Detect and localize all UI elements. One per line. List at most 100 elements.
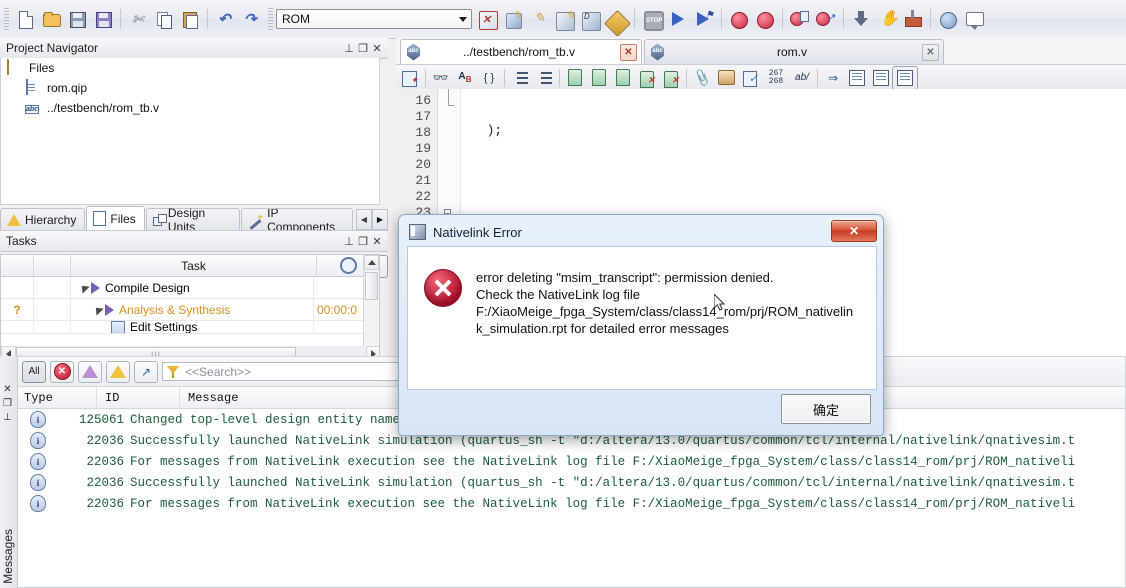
show-all-button[interactable] bbox=[845, 67, 869, 89]
table-row[interactable]: Compile Design bbox=[1, 277, 379, 299]
show-full-button[interactable] bbox=[893, 67, 917, 89]
list-item[interactable]: i 22036 For messages from NativeLink exe… bbox=[18, 493, 1125, 514]
tab-files[interactable]: Files bbox=[86, 206, 144, 230]
increase-indent-button[interactable] bbox=[508, 67, 532, 89]
editor-tab-rom-tb[interactable]: abc ../testbench/rom_tb.v ✕ bbox=[400, 39, 642, 64]
toolbar-grip-2[interactable] bbox=[268, 8, 273, 30]
insert-template-button[interactable]: ✦ bbox=[398, 67, 422, 89]
open-file-button[interactable] bbox=[38, 6, 64, 32]
chip-edit-button[interactable]: ✎ bbox=[552, 6, 578, 32]
start-compilation-button[interactable] bbox=[665, 6, 691, 32]
row-expander[interactable] bbox=[34, 277, 71, 298]
find-button[interactable]: 👓 bbox=[429, 67, 453, 89]
restore-icon[interactable]: ❐ bbox=[356, 41, 370, 55]
stop-button[interactable]: STOP bbox=[639, 6, 665, 32]
comment-button[interactable] bbox=[563, 67, 587, 89]
goto-button[interactable]: { } bbox=[477, 67, 501, 89]
tree-item-rom-tb-v[interactable]: abc ../testbench/rom_tb.v bbox=[1, 98, 379, 118]
line-numbers-button[interactable]: 267 268 bbox=[762, 67, 790, 89]
row-expander[interactable] bbox=[34, 321, 71, 333]
show-outline-button[interactable] bbox=[869, 67, 893, 89]
clear-all-bookmarks-button[interactable]: ✕ bbox=[659, 67, 683, 89]
project-navigator-tabs: Hierarchy Files Design Units ✦ IP Compon… bbox=[0, 206, 388, 230]
pin-icon[interactable]: ⊥ bbox=[0, 410, 15, 424]
save-button[interactable] bbox=[64, 6, 90, 32]
filter-all-button[interactable]: All bbox=[22, 361, 46, 383]
close-icon[interactable]: ✕ bbox=[370, 234, 384, 248]
editor-tab-rom[interactable]: abc rom.v ✕ bbox=[644, 39, 944, 64]
dialog-close-button[interactable]: ✕ bbox=[831, 220, 877, 242]
filter-info-button[interactable]: ↗ bbox=[134, 361, 158, 383]
pin-icon[interactable]: ⊥ bbox=[342, 41, 356, 55]
toolbar-grip[interactable] bbox=[4, 8, 9, 30]
attach-button[interactable]: 📎 bbox=[690, 67, 714, 89]
tab-design-units[interactable]: Design Units bbox=[146, 208, 241, 230]
timing-analyzer2-button[interactable] bbox=[752, 6, 778, 32]
chip-d-button[interactable]: D bbox=[578, 6, 604, 32]
project-revision-combo[interactable]: ROM bbox=[276, 9, 472, 29]
bookmark-button[interactable] bbox=[611, 67, 635, 89]
device-button[interactable]: ✕ bbox=[474, 6, 500, 32]
netlist-button[interactable] bbox=[604, 6, 630, 32]
assignment-editor-button[interactable]: ✎ bbox=[526, 6, 552, 32]
comment-doc-icon bbox=[568, 69, 582, 86]
pin-planner-button[interactable]: ✎ bbox=[500, 6, 526, 32]
scroll-up-button[interactable] bbox=[364, 255, 379, 270]
tree-item-files[interactable]: Files bbox=[1, 58, 379, 78]
save-all-button[interactable] bbox=[90, 6, 116, 32]
chevron-down-icon[interactable] bbox=[455, 10, 471, 28]
new-file-button[interactable] bbox=[12, 6, 38, 32]
help-button[interactable] bbox=[935, 6, 961, 32]
filter-critical-button[interactable] bbox=[78, 361, 102, 383]
programmer-button[interactable] bbox=[848, 6, 874, 32]
start-compilation-report-button[interactable]: ⚑ bbox=[691, 6, 717, 32]
table-row[interactable]: Edit Settings bbox=[1, 321, 379, 334]
tab-hierarchy[interactable]: Hierarchy bbox=[0, 208, 85, 230]
find-replace-button[interactable]: AB bbox=[453, 67, 477, 89]
list-item[interactable]: i 22036 Successfully launched NativeLink… bbox=[18, 472, 1125, 493]
scroll-thumb[interactable] bbox=[365, 272, 378, 300]
check-syntax-button[interactable]: ✓ bbox=[738, 67, 762, 89]
decrease-indent-button[interactable] bbox=[532, 67, 556, 89]
doc-list-icon bbox=[849, 70, 865, 86]
toolbox-button[interactable] bbox=[900, 6, 926, 32]
close-icon[interactable]: ✕ bbox=[370, 41, 384, 55]
row-expander[interactable] bbox=[34, 299, 71, 320]
messages-button[interactable] bbox=[961, 6, 987, 32]
simulation-in-button[interactable] bbox=[787, 6, 813, 32]
tab-close-icon[interactable]: ✕ bbox=[620, 44, 637, 61]
undo-button[interactable]: ↶ bbox=[212, 6, 238, 32]
cut-button[interactable]: ✄ bbox=[125, 6, 151, 32]
restore-icon[interactable]: ❐ bbox=[0, 396, 15, 410]
signaltap-button[interactable]: ✋ bbox=[874, 6, 900, 32]
dialog-titlebar[interactable]: Nativelink Error bbox=[403, 219, 879, 245]
redo-button[interactable]: ↷ bbox=[238, 6, 264, 32]
timing-analyzer-button[interactable] bbox=[726, 6, 752, 32]
pin-icon[interactable]: ⊥ bbox=[342, 234, 356, 248]
clear-bookmark-button[interactable]: ✕ bbox=[635, 67, 659, 89]
tab-scroll-right-button[interactable]: ▶ bbox=[372, 209, 388, 230]
tree-item-rom-qip[interactable]: rom.qip bbox=[1, 78, 379, 98]
close-icon[interactable]: ✕ bbox=[0, 382, 15, 396]
tab-close-icon[interactable]: ✕ bbox=[922, 44, 939, 61]
filter-error-button[interactable]: ✕ bbox=[50, 361, 74, 383]
tab-scroll-left-button[interactable]: ◀ bbox=[356, 209, 372, 230]
search-input[interactable]: <<Search>> bbox=[162, 362, 399, 381]
project-navigator-tree[interactable]: Files rom.qip abc ../testbench/rom_tb.v bbox=[0, 58, 380, 205]
word-wrap-button[interactable]: ab/ bbox=[790, 67, 814, 89]
tasks-table[interactable]: Task Compile Design ? bbox=[0, 254, 380, 362]
simulation-out-button[interactable]: ↗ bbox=[813, 6, 839, 32]
filter-warning-button[interactable] bbox=[106, 361, 130, 383]
uncomment-button[interactable] bbox=[587, 67, 611, 89]
list-item[interactable]: i 22036 For messages from NativeLink exe… bbox=[18, 451, 1125, 472]
dialog-title: Nativelink Error bbox=[433, 225, 522, 240]
tab-ip-components[interactable]: ✦ IP Components bbox=[241, 208, 353, 230]
scroll-doc-button[interactable] bbox=[714, 67, 738, 89]
ok-button[interactable]: 确定 bbox=[781, 394, 871, 424]
table-row[interactable]: ? Analysis & Synthesis 00:00:0 bbox=[1, 299, 379, 321]
goto-line-button[interactable]: ⇒ bbox=[821, 67, 845, 89]
paste-button[interactable] bbox=[177, 6, 203, 32]
funnel-icon[interactable] bbox=[167, 366, 180, 378]
restore-icon[interactable]: ❐ bbox=[356, 234, 370, 248]
copy-button[interactable] bbox=[151, 6, 177, 32]
